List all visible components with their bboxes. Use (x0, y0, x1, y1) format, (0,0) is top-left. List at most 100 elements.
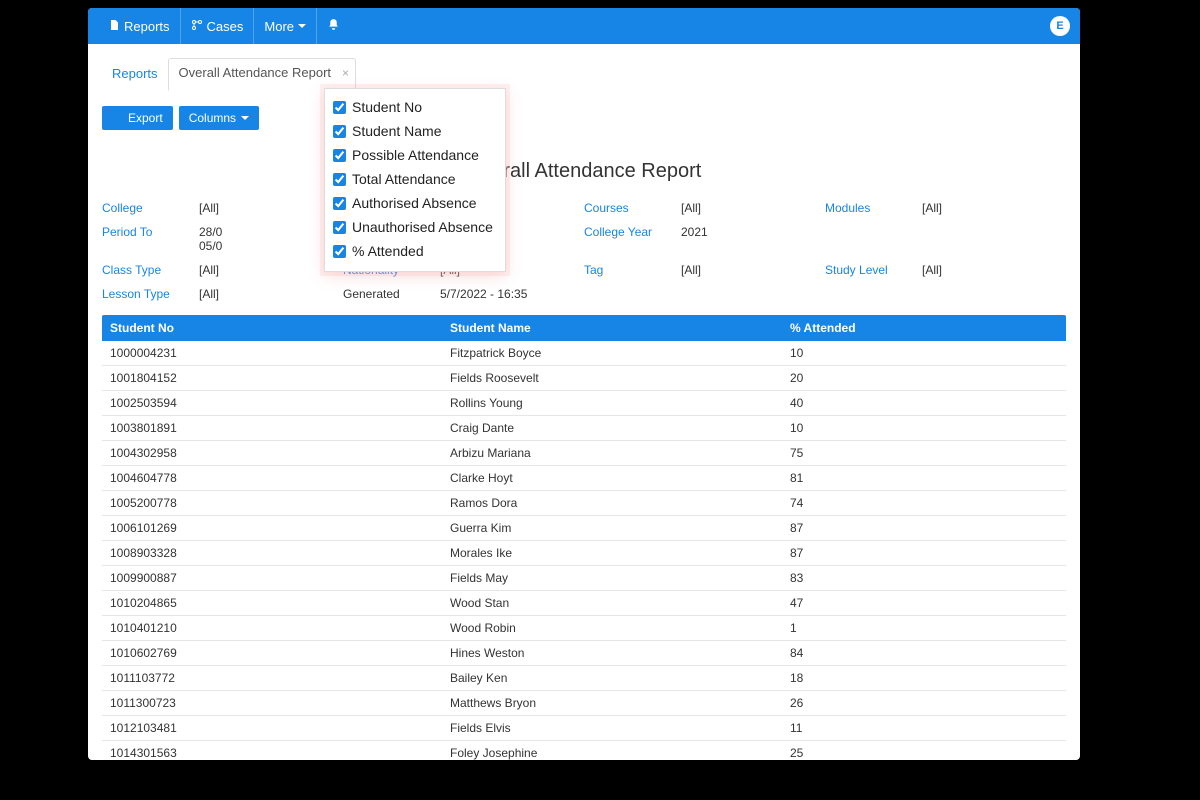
filter-value: 28/005/0 (199, 225, 222, 253)
filter-label[interactable]: Courses (584, 201, 659, 215)
filter-value: [All] (199, 287, 219, 301)
column-option-label: Unauthorised Absence (352, 219, 493, 235)
column-option[interactable]: % Attended (333, 239, 493, 263)
cell-student-name: Wood Robin (450, 621, 790, 635)
cell-attended: 20 (790, 371, 1058, 385)
table-row[interactable]: 1010204865Wood Stan47 (102, 591, 1066, 616)
cell-student-no: 1001804152 (110, 371, 450, 385)
table-row[interactable]: 1011103772Bailey Ken18 (102, 666, 1066, 691)
table-row[interactable]: 1005200778Ramos Dora74 (102, 491, 1066, 516)
table-header: Student No Student Name % Attended (102, 315, 1066, 341)
bell-icon (327, 18, 340, 34)
cell-student-no: 1010602769 (110, 646, 450, 660)
tab-reports[interactable]: Reports (102, 60, 168, 91)
filter-label[interactable]: Modules (825, 201, 900, 215)
nav-reports[interactable]: Reports (98, 8, 181, 44)
cell-student-no: 1005200778 (110, 496, 450, 510)
column-checkbox[interactable] (333, 149, 346, 162)
nav-more[interactable]: More (254, 8, 317, 44)
cell-student-no: 1006101269 (110, 521, 450, 535)
download-icon (112, 111, 123, 125)
column-option[interactable]: Student No (333, 95, 493, 119)
table-row[interactable]: 1012103481Fields Elvis11 (102, 716, 1066, 741)
column-checkbox[interactable] (333, 173, 346, 186)
header-attended[interactable]: % Attended (790, 321, 1058, 335)
filter-label[interactable]: College (102, 201, 177, 215)
column-option[interactable]: Student Name (333, 119, 493, 143)
table-row[interactable]: 1010602769Hines Weston84 (102, 641, 1066, 666)
filter-label[interactable]: Tag (584, 263, 659, 277)
filter-cell (825, 287, 1066, 301)
column-checkbox[interactable] (333, 221, 346, 234)
filter-label[interactable]: Class Type (102, 263, 177, 277)
table-row[interactable]: 1014301563Foley Josephine25 (102, 741, 1066, 760)
table-row[interactable]: 1001804152Fields Roosevelt20 (102, 366, 1066, 391)
column-option-label: Total Attendance (352, 171, 456, 187)
header-student-name[interactable]: Student Name (450, 321, 790, 335)
column-option[interactable]: Unauthorised Absence (333, 215, 493, 239)
cell-attended: 18 (790, 671, 1058, 685)
column-option-label: % Attended (352, 243, 424, 259)
column-checkbox[interactable] (333, 245, 346, 258)
filter-cell: Generated5/7/2022 - 16:35 (343, 287, 584, 301)
table-row[interactable]: 1003801891Craig Dante10 (102, 416, 1066, 441)
cell-attended: 10 (790, 346, 1058, 360)
cell-student-no: 1010204865 (110, 596, 450, 610)
nav-notifications[interactable] (317, 8, 350, 44)
columns-button[interactable]: Columns (179, 106, 259, 130)
cell-student-name: Craig Dante (450, 421, 790, 435)
filter-value: [All] (922, 201, 942, 215)
nav-cases[interactable]: Cases (181, 8, 255, 44)
close-icon[interactable]: × (342, 66, 349, 80)
cell-attended: 26 (790, 696, 1058, 710)
nav-left: Reports Cases More (98, 8, 350, 44)
avatar[interactable]: E (1050, 16, 1070, 36)
column-option-label: Student No (352, 99, 422, 115)
filter-label[interactable]: College Year (584, 225, 659, 239)
column-option-label: Possible Attendance (352, 147, 479, 163)
filter-label[interactable]: Study Level (825, 263, 900, 277)
cell-student-no: 1008903328 (110, 546, 450, 560)
export-label: Export (128, 111, 163, 125)
table-row[interactable]: 1000004231Fitzpatrick Boyce10 (102, 341, 1066, 366)
column-option[interactable]: Authorised Absence (333, 191, 493, 215)
nav-cases-label: Cases (207, 19, 244, 34)
cell-student-name: Fitzpatrick Boyce (450, 346, 790, 360)
export-button[interactable]: Export (102, 106, 173, 130)
filter-value: [All] (922, 263, 942, 277)
filter-label[interactable]: Lesson Type (102, 287, 177, 301)
table-row[interactable]: 1010401210Wood Robin1 (102, 616, 1066, 641)
report-title: Overall Attendance Report (88, 160, 1080, 183)
column-checkbox[interactable] (333, 125, 346, 138)
cell-student-no: 1003801891 (110, 421, 450, 435)
header-student-no[interactable]: Student No (110, 321, 450, 335)
column-option[interactable]: Possible Attendance (333, 143, 493, 167)
table-row[interactable]: 1004604778Clarke Hoyt81 (102, 466, 1066, 491)
cell-student-no: 1010401210 (110, 621, 450, 635)
tabstrip: Reports Overall Attendance Report × (88, 44, 1080, 91)
table-row[interactable]: 1002503594Rollins Young40 (102, 391, 1066, 416)
cell-attended: 10 (790, 421, 1058, 435)
tab-overall-attendance[interactable]: Overall Attendance Report × (168, 58, 356, 91)
chevron-down-icon (241, 116, 249, 120)
cell-student-no: 1000004231 (110, 346, 450, 360)
cell-attended: 84 (790, 646, 1058, 660)
nav-right: E (1050, 16, 1070, 36)
table-row[interactable]: 1006101269Guerra Kim87 (102, 516, 1066, 541)
filter-label[interactable]: Period To (102, 225, 177, 239)
filter-cell: Period To 28/005/0 (102, 225, 343, 253)
tab-active-label: Overall Attendance Report (179, 65, 331, 80)
column-option[interactable]: Total Attendance (333, 167, 493, 191)
cell-student-name: Fields May (450, 571, 790, 585)
cell-student-name: Fields Roosevelt (450, 371, 790, 385)
table-row[interactable]: 1011300723Matthews Bryon26 (102, 691, 1066, 716)
column-checkbox[interactable] (333, 101, 346, 114)
column-checkbox[interactable] (333, 197, 346, 210)
filter-value: [All] (199, 201, 219, 215)
table-row[interactable]: 1008903328Morales Ike87 (102, 541, 1066, 566)
columns-dropdown: Student No Student Name Possible Attendanc… (324, 88, 506, 272)
table-row[interactable]: 1004302958Arbizu Mariana75 (102, 441, 1066, 466)
cell-attended: 25 (790, 746, 1058, 760)
table-row[interactable]: 1009900887Fields May83 (102, 566, 1066, 591)
filter-cell: College Year2021 (584, 225, 825, 253)
